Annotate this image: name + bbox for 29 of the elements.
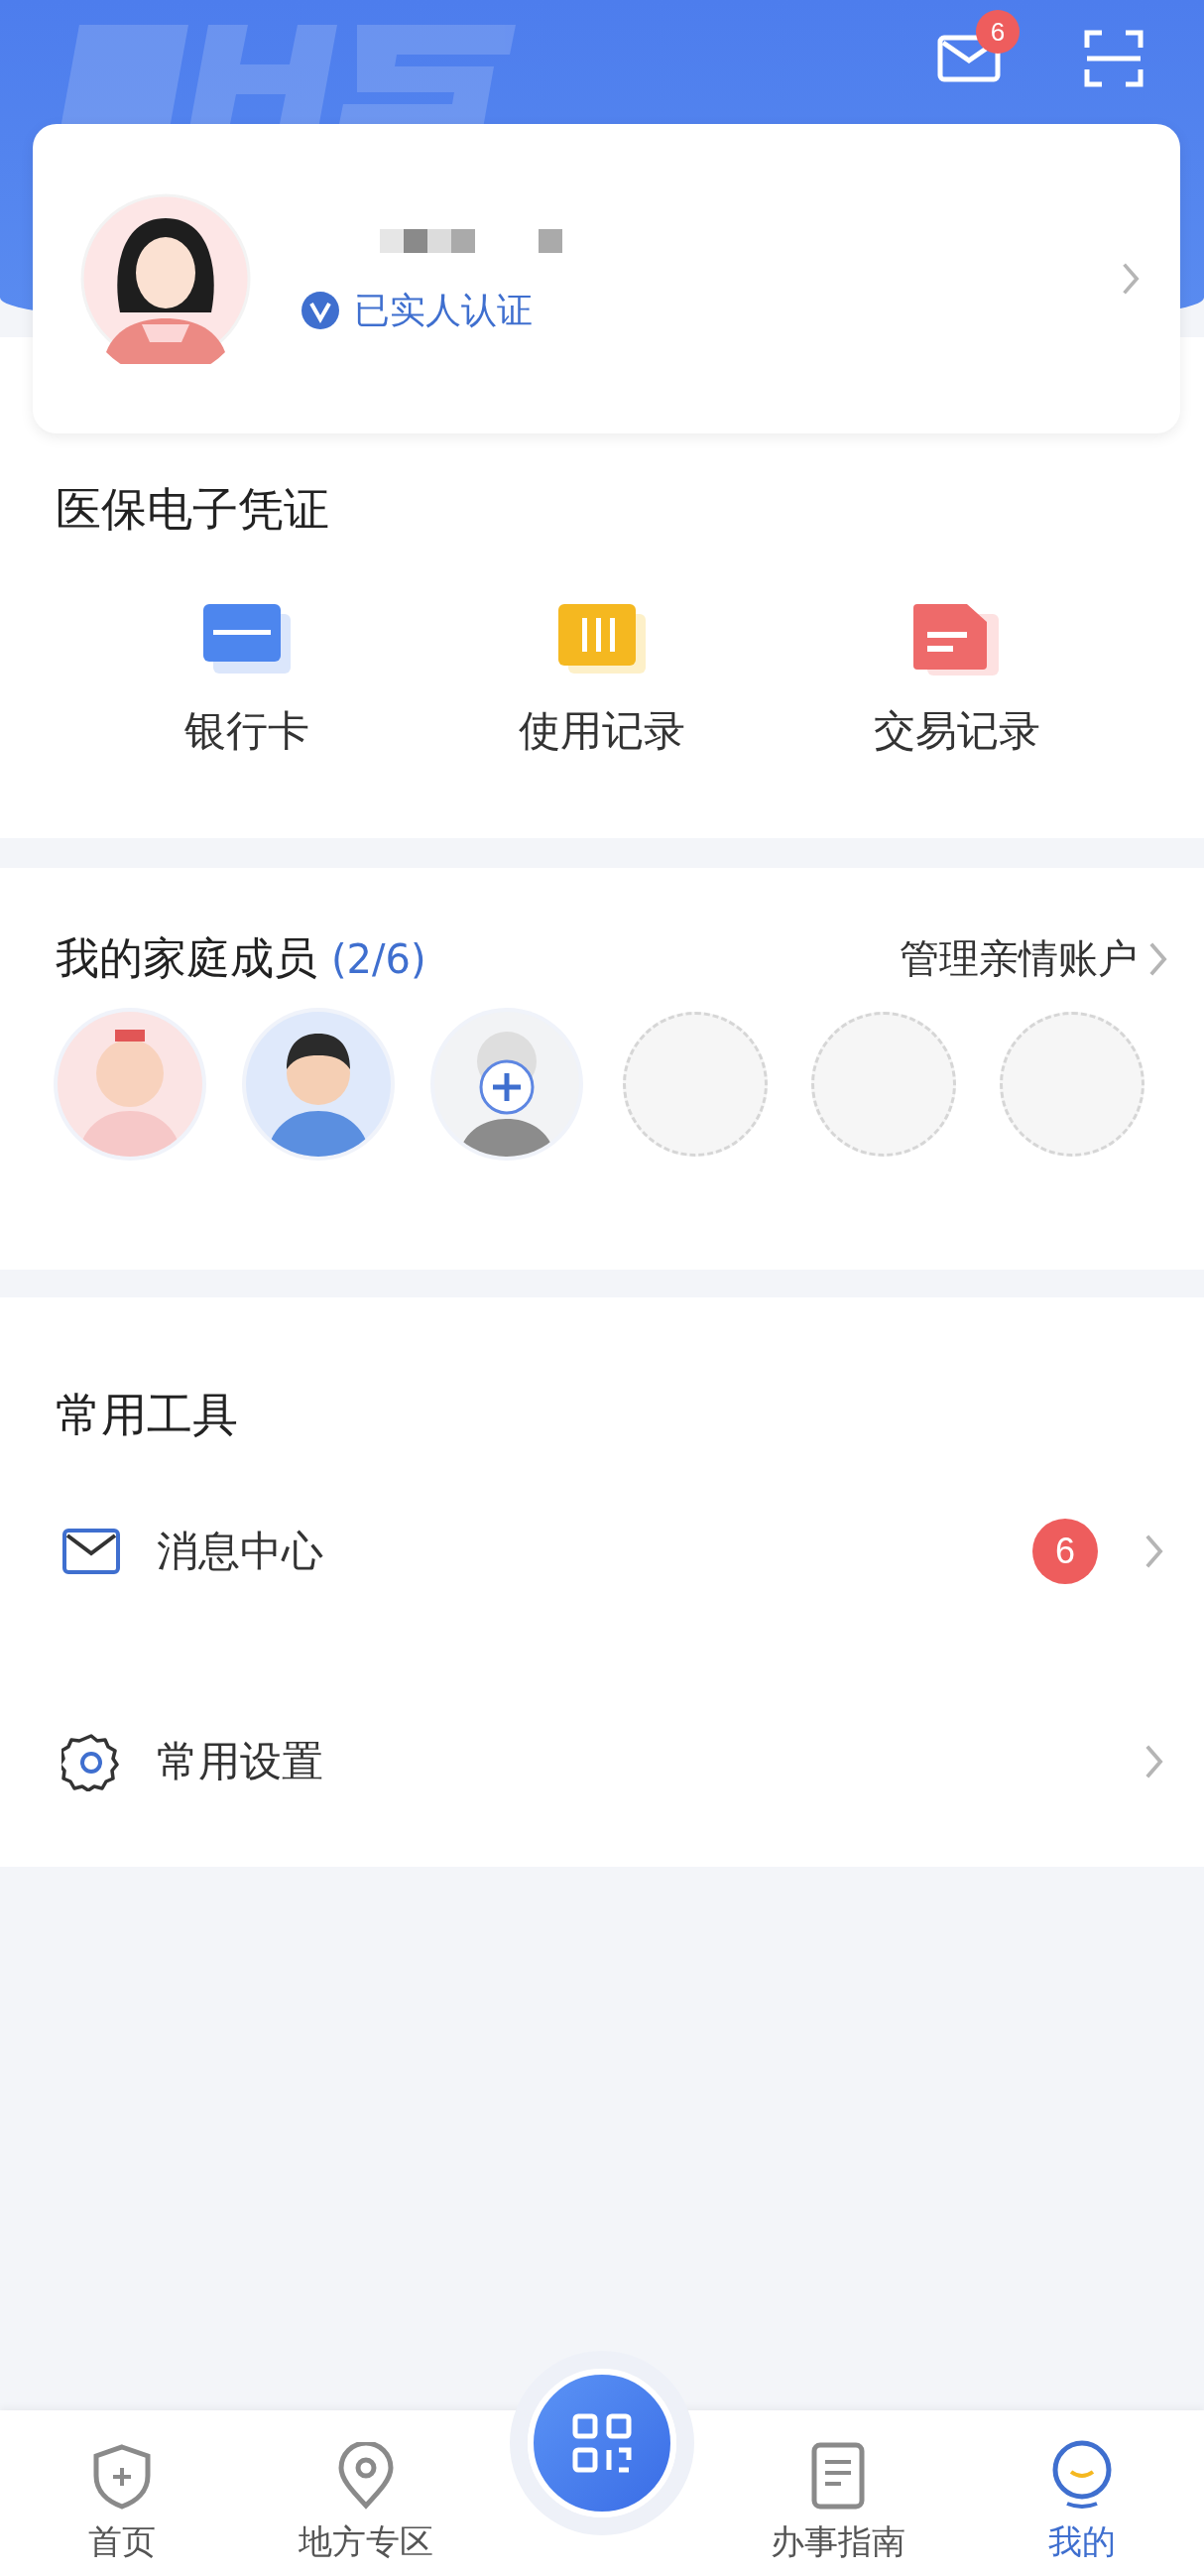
profile-card[interactable]: 已实人认证 (33, 124, 1180, 433)
verified-icon (301, 291, 340, 330)
count-badge: 6 (1032, 1519, 1099, 1584)
tab[interactable]: 我的 (960, 2439, 1204, 2566)
scan-icon (1084, 30, 1144, 87)
settings-icon (61, 1732, 121, 1791)
chevron-icon (1144, 1743, 1164, 1780)
shield-icon (91, 2444, 153, 2510)
member-count: (2/6) (331, 936, 426, 982)
section-title: 我的家庭成员 (56, 932, 317, 983)
verified-label: 已实人认证 (354, 288, 533, 332)
tool-row[interactable]: 常用设置 (0, 1656, 1204, 1867)
section-title: 医保电子凭证 (55, 481, 329, 538)
credential-item[interactable]: 银行卡 (118, 600, 376, 759)
credential-item[interactable]: 交易记录 (828, 600, 1086, 759)
document-icon (811, 2442, 865, 2510)
chevron-icon (1121, 261, 1141, 297)
location-pin-icon (337, 2442, 395, 2510)
mail-icon (61, 1528, 121, 1575)
credential-item[interactable]: 使用记录 (473, 600, 731, 759)
tab[interactable]: 首页 (0, 2443, 244, 2566)
manage-accounts-link[interactable]: 管理亲情账户 (900, 931, 1168, 986)
section-title: 常用工具 (55, 1387, 238, 1443)
tool-row[interactable]: 消息中心 6 (0, 1446, 1204, 1656)
chevron-icon (1144, 1533, 1164, 1570)
tab[interactable]: 办事指南 (716, 2441, 960, 2566)
qr-code-icon (571, 2412, 633, 2474)
tab[interactable]: 地方专区 (244, 2441, 488, 2566)
notification-badge: 6 (976, 10, 1020, 54)
